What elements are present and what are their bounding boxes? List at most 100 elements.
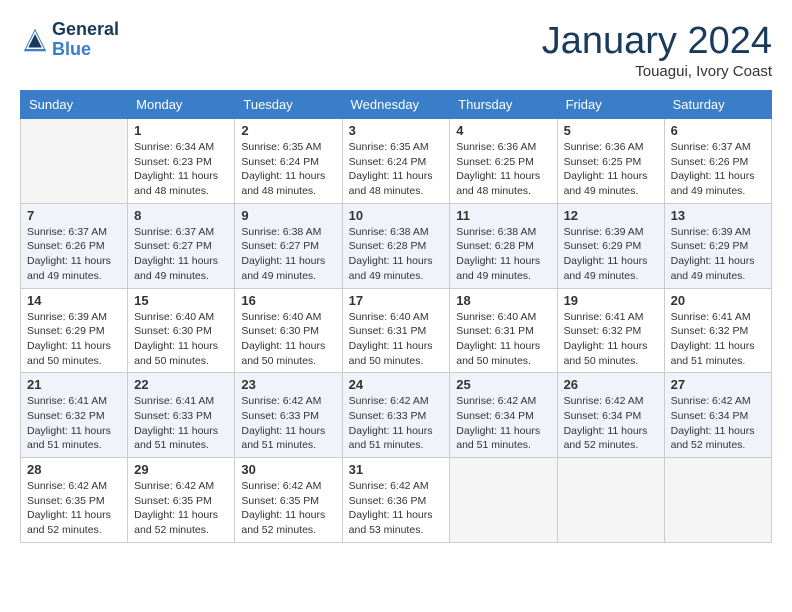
calendar-cell: 13 Sunrise: 6:39 AM Sunset: 6:29 PM Dayli… [664,203,771,288]
day-info: Sunrise: 6:35 AM Sunset: 6:24 PM Dayligh… [241,140,335,199]
logo-icon [20,25,50,55]
day-number: 25 [456,377,550,392]
day-number: 3 [349,123,444,138]
calendar-cell: 2Sunrise: 6:35 AM Sunset: 6:24 PM Daylig… [235,119,342,204]
calendar-cell: 29 Sunrise: 6:42 AM Sunset: 6:35 PM Dayli… [128,458,235,543]
day-info: Sunrise: 6:36 AM Sunset: 6:25 PM Dayligh… [564,140,658,199]
calendar-header-row: SundayMondayTuesdayWednesdayThursdayFrid… [21,91,772,119]
day-info: Sunrise: 6:38 AM Sunset: 6:27 PM Dayligh… [241,225,335,284]
day-info: Sunrise: 6:39 AM Sunset: 6:29 PM Dayligh… [27,310,121,369]
day-info: Sunrise: 6:39 AM Sunset: 6:29 PM Dayligh… [671,225,765,284]
logo-line2: Blue [52,40,119,60]
day-info: Sunrise: 6:40 AM Sunset: 6:31 PM Dayligh… [456,310,550,369]
day-info: Sunrise: 6:36 AM Sunset: 6:25 PM Dayligh… [456,140,550,199]
day-info: Sunrise: 6:41 AM Sunset: 6:32 PM Dayligh… [671,310,765,369]
calendar-cell [664,458,771,543]
day-number: 26 [564,377,658,392]
calendar-cell [450,458,557,543]
calendar-cell: 22 Sunrise: 6:41 AM Sunset: 6:33 PM Dayli… [128,373,235,458]
day-number: 12 [564,208,658,223]
logo: General Blue [20,20,119,60]
calendar-cell: 25 Sunrise: 6:42 AM Sunset: 6:34 PM Dayli… [450,373,557,458]
calendar-cell: 8 Sunrise: 6:37 AM Sunset: 6:27 PM Daylig… [128,203,235,288]
calendar-cell: 15 Sunrise: 6:40 AM Sunset: 6:30 PM Dayli… [128,288,235,373]
day-number: 20 [671,293,765,308]
weekday-header: Saturday [664,91,771,119]
calendar-cell: 21 Sunrise: 6:41 AM Sunset: 6:32 PM Dayli… [21,373,128,458]
day-info: Sunrise: 6:37 AM Sunset: 6:26 PM Dayligh… [27,225,121,284]
calendar-title-block: January 2024 Touagui, Ivory Coast [542,20,772,80]
day-info: Sunrise: 6:37 AM Sunset: 6:26 PM Dayligh… [671,140,765,199]
day-info: Sunrise: 6:35 AM Sunset: 6:24 PM Dayligh… [349,140,444,199]
day-number: 30 [241,462,335,477]
day-info: Sunrise: 6:40 AM Sunset: 6:31 PM Dayligh… [349,310,444,369]
day-number: 9 [241,208,335,223]
day-number: 21 [27,377,121,392]
day-info: Sunrise: 6:42 AM Sunset: 6:35 PM Dayligh… [27,479,121,538]
page-header: General Blue January 2024 Touagui, Ivory… [20,20,772,80]
day-number: 29 [134,462,228,477]
day-number: 22 [134,377,228,392]
day-info: Sunrise: 6:38 AM Sunset: 6:28 PM Dayligh… [349,225,444,284]
day-number: 8 [134,208,228,223]
day-number: 24 [349,377,444,392]
calendar-cell: 30 Sunrise: 6:42 AM Sunset: 6:35 PM Dayli… [235,458,342,543]
day-info: Sunrise: 6:42 AM Sunset: 6:34 PM Dayligh… [564,394,658,453]
day-info: Sunrise: 6:41 AM Sunset: 6:32 PM Dayligh… [27,394,121,453]
day-info: Sunrise: 6:42 AM Sunset: 6:33 PM Dayligh… [349,394,444,453]
weekday-header: Sunday [21,91,128,119]
day-info: Sunrise: 6:42 AM Sunset: 6:35 PM Dayligh… [134,479,228,538]
calendar-cell [21,119,128,204]
day-number: 17 [349,293,444,308]
calendar-cell: 28Sunrise: 6:42 AM Sunset: 6:35 PM Dayli… [21,458,128,543]
calendar-cell: 3 Sunrise: 6:35 AM Sunset: 6:24 PM Daylig… [342,119,450,204]
calendar-cell: 5Sunrise: 6:36 AM Sunset: 6:25 PM Daylig… [557,119,664,204]
day-number: 31 [349,462,444,477]
calendar-cell: 7 Sunrise: 6:37 AM Sunset: 6:26 PM Daylig… [21,203,128,288]
calendar-cell: 27 Sunrise: 6:42 AM Sunset: 6:34 PM Dayli… [664,373,771,458]
calendar-cell: 20 Sunrise: 6:41 AM Sunset: 6:32 PM Dayli… [664,288,771,373]
day-info: Sunrise: 6:42 AM Sunset: 6:34 PM Dayligh… [671,394,765,453]
calendar-cell: 23 Sunrise: 6:42 AM Sunset: 6:33 PM Dayli… [235,373,342,458]
day-info: Sunrise: 6:42 AM Sunset: 6:34 PM Dayligh… [456,394,550,453]
weekday-header: Monday [128,91,235,119]
day-number: 10 [349,208,444,223]
day-info: Sunrise: 6:40 AM Sunset: 6:30 PM Dayligh… [241,310,335,369]
weekday-header: Wednesday [342,91,450,119]
calendar-cell: 19Sunrise: 6:41 AM Sunset: 6:32 PM Dayli… [557,288,664,373]
day-info: Sunrise: 6:37 AM Sunset: 6:27 PM Dayligh… [134,225,228,284]
day-number: 27 [671,377,765,392]
day-number: 15 [134,293,228,308]
day-info: Sunrise: 6:42 AM Sunset: 6:35 PM Dayligh… [241,479,335,538]
calendar-cell: 31Sunrise: 6:42 AM Sunset: 6:36 PM Dayli… [342,458,450,543]
calendar-week-row: 28Sunrise: 6:42 AM Sunset: 6:35 PM Dayli… [21,458,772,543]
calendar-cell: 12 Sunrise: 6:39 AM Sunset: 6:29 PM Dayli… [557,203,664,288]
month-title: January 2024 [542,20,772,63]
calendar-week-row: 21 Sunrise: 6:41 AM Sunset: 6:32 PM Dayli… [21,373,772,458]
weekday-header: Tuesday [235,91,342,119]
calendar-cell: 18 Sunrise: 6:40 AM Sunset: 6:31 PM Dayli… [450,288,557,373]
day-number: 4 [456,123,550,138]
day-info: Sunrise: 6:41 AM Sunset: 6:33 PM Dayligh… [134,394,228,453]
weekday-header: Thursday [450,91,557,119]
calendar-cell: 10 Sunrise: 6:38 AM Sunset: 6:28 PM Dayli… [342,203,450,288]
day-info: Sunrise: 6:38 AM Sunset: 6:28 PM Dayligh… [456,225,550,284]
calendar-cell: 1 Sunrise: 6:34 AM Sunset: 6:23 PM Daylig… [128,119,235,204]
calendar-cell: 6Sunrise: 6:37 AM Sunset: 6:26 PM Daylig… [664,119,771,204]
calendar-cell: 16 Sunrise: 6:40 AM Sunset: 6:30 PM Dayli… [235,288,342,373]
day-number: 18 [456,293,550,308]
day-number: 11 [456,208,550,223]
day-number: 1 [134,123,228,138]
location-title: Touagui, Ivory Coast [542,63,772,80]
calendar-week-row: 1 Sunrise: 6:34 AM Sunset: 6:23 PM Daylig… [21,119,772,204]
day-number: 7 [27,208,121,223]
day-number: 16 [241,293,335,308]
day-number: 23 [241,377,335,392]
day-info: Sunrise: 6:41 AM Sunset: 6:32 PM Dayligh… [564,310,658,369]
calendar-week-row: 7 Sunrise: 6:37 AM Sunset: 6:26 PM Daylig… [21,203,772,288]
day-info: Sunrise: 6:39 AM Sunset: 6:29 PM Dayligh… [564,225,658,284]
day-number: 13 [671,208,765,223]
day-info: Sunrise: 6:40 AM Sunset: 6:30 PM Dayligh… [134,310,228,369]
day-info: Sunrise: 6:42 AM Sunset: 6:33 PM Dayligh… [241,394,335,453]
day-info: Sunrise: 6:34 AM Sunset: 6:23 PM Dayligh… [134,140,228,199]
